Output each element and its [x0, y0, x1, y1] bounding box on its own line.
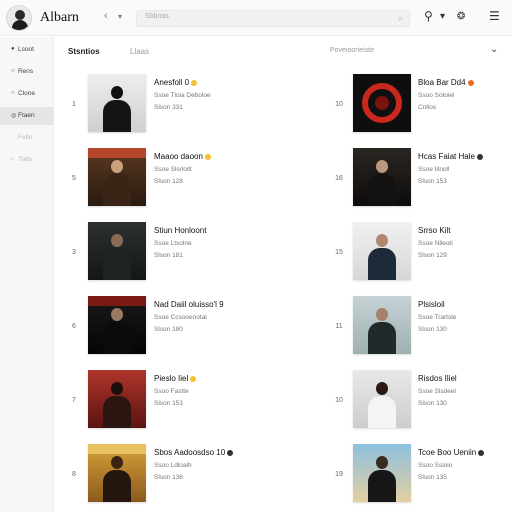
- album-title-text: Srrso Kilt: [418, 226, 451, 235]
- cover-figure-body: [368, 396, 396, 428]
- album-title-text: Bloa Bar Dd4: [418, 78, 466, 87]
- album-row[interactable]: 10 Bloa Bar Dd4 Ssoo Sotoiel Cnllos: [0, 74, 512, 136]
- badge-icon: [476, 153, 483, 160]
- album-title[interactable]: Risdos Iliel: [418, 374, 457, 383]
- back-icon[interactable]: ‹: [104, 10, 108, 22]
- notification-icon[interactable]: ❂: [457, 11, 465, 22]
- album-rank: 16: [335, 175, 343, 182]
- chevron-down-icon[interactable]: ▾: [440, 11, 445, 22]
- cover-figure-head: [376, 382, 388, 395]
- top-bar: Albarn ‹ ▾ Sbbnas ⌕ ⚲ ▾ ❂ ☰: [0, 0, 512, 36]
- avatar-body: [12, 20, 28, 30]
- album-title[interactable]: Tcoe Boo Ueniin: [418, 448, 485, 457]
- album-rank: 15: [335, 249, 343, 256]
- album-row[interactable]: 11 Plsisloil Ssoe Trartsle Slson 130: [0, 296, 512, 358]
- search-field-icon: ⌕: [397, 13, 403, 23]
- album-row[interactable]: 15 Srrso Kilt Ssoe Nlleoti Slson 129: [0, 222, 512, 284]
- album-cover[interactable]: [353, 444, 411, 502]
- badge-icon: [478, 449, 485, 456]
- album-rank: 19: [335, 471, 343, 478]
- sidebar-item-icon: ●: [11, 46, 15, 52]
- album-rank: 10: [335, 397, 343, 404]
- album-row[interactable]: 19 Tcoe Boo Ueniin Ssoo Ssioio Slson 135: [0, 444, 512, 506]
- album-title-text: Risdos Iliel: [418, 374, 457, 383]
- vinyl-label: [375, 96, 389, 110]
- album-cover[interactable]: [353, 296, 411, 354]
- menu-icon[interactable]: ☰: [489, 9, 500, 23]
- sidebar-item-0[interactable]: ● Lsoot: [0, 41, 54, 59]
- album-artist: Ssoo Sotoiel: [418, 92, 455, 99]
- album-cover[interactable]: [353, 222, 411, 280]
- album-artist: Ssoo Ssioio: [418, 462, 453, 469]
- search-input[interactable]: Sbbnas ⌕: [136, 10, 410, 27]
- album-artist: Ssoe Trartsle: [418, 314, 457, 321]
- cover-figure-head: [376, 160, 388, 173]
- album-title-text: Tcoe Boo Ueniin: [418, 448, 477, 457]
- album-title-text: Hcas Faiat Hale: [418, 152, 475, 161]
- album-title-text: Plsisloil: [418, 300, 445, 309]
- album-meta: Slson 130: [418, 400, 447, 407]
- avatar-head: [15, 10, 25, 20]
- album-meta: Slson 129: [418, 252, 447, 259]
- cover-figure-body: [368, 174, 396, 206]
- chevron-down-icon[interactable]: ⌄: [490, 44, 498, 55]
- sort-label[interactable]: Poveioorieiste: [330, 47, 374, 54]
- cover-figure-body: [368, 470, 396, 502]
- album-cover[interactable]: [353, 370, 411, 428]
- album-cover[interactable]: [353, 148, 411, 206]
- search-placeholder: Sbbnas: [145, 13, 169, 20]
- album-meta: Cnllos: [418, 104, 437, 111]
- search-icon[interactable]: ⚲: [424, 9, 433, 23]
- album-title[interactable]: Plsisloil: [418, 300, 445, 309]
- cover-figure-body: [368, 322, 396, 354]
- badge-icon: [467, 79, 474, 86]
- album-rank: 11: [335, 323, 343, 330]
- tab-stations[interactable]: Stsntios: [68, 47, 100, 56]
- sidebar-item-label: Lsoot: [18, 46, 34, 53]
- cover-figure-body: [368, 248, 396, 280]
- dropdown-icon[interactable]: ▾: [118, 12, 122, 21]
- cover-figure-head: [376, 234, 388, 247]
- album-meta: Slson 135: [418, 474, 447, 481]
- album-row[interactable]: 16 Hcas Faiat Hale Ssoe Iilnoll Slson 153: [0, 148, 512, 210]
- album-title[interactable]: Hcas Faiat Hale: [418, 152, 483, 161]
- album-title[interactable]: Srrso Kilt: [418, 226, 450, 235]
- album-artist: Ssoe Iilnoll: [418, 166, 450, 173]
- album-title[interactable]: Bloa Bar Dd4: [418, 78, 474, 87]
- album-row[interactable]: 10 Risdos Iliel Ssoe Slsdeel Slson 130: [0, 370, 512, 432]
- album-rank: 10: [335, 101, 343, 108]
- app-title: Albarn: [40, 10, 79, 25]
- album-artist: Ssoe Nlleoti: [418, 240, 453, 247]
- album-meta: Slson 130: [418, 326, 447, 333]
- cover-figure-head: [376, 456, 388, 469]
- album-artist: Ssoe Slsdeel: [418, 388, 456, 395]
- album-cover[interactable]: [353, 74, 411, 132]
- user-avatar[interactable]: [6, 5, 32, 31]
- cover-figure-head: [376, 308, 388, 321]
- tab-lists[interactable]: Llaas: [130, 47, 149, 56]
- album-meta: Slson 153: [418, 178, 447, 185]
